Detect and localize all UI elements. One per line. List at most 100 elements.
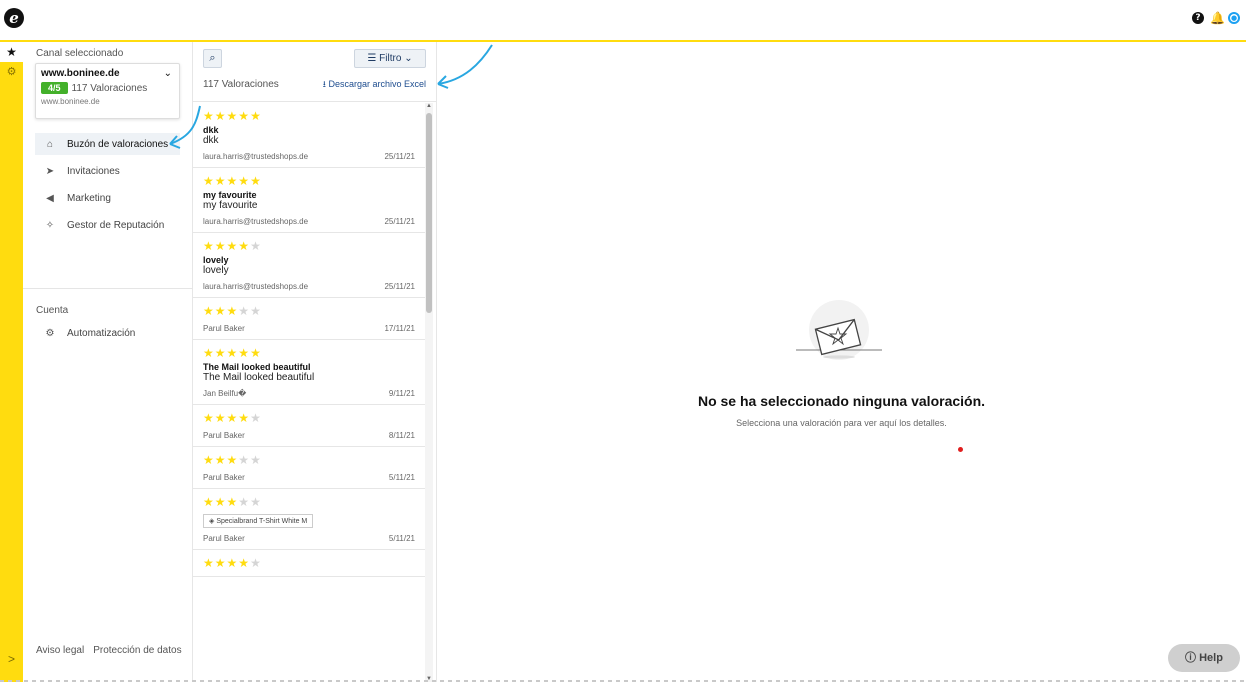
download-icon: ⭳ (322, 79, 326, 89)
trustedshops-logo[interactable]: e (4, 8, 24, 28)
star-icon[interactable]: ★ (0, 42, 23, 62)
review-list-item[interactable]: ★★★★★ dkk dkk laura.harris@trustedshops.de 2… (193, 103, 425, 168)
review-stars: ★★★★★ (203, 496, 415, 509)
review-list-item[interactable]: ★★★★★ Parul Baker 8/11/21 (193, 405, 425, 447)
star-icon: ★ (203, 109, 215, 123)
sidebar-item-marketing[interactable]: ◀ Marketing (35, 187, 180, 209)
review-title: The Mail looked beautiful (203, 362, 311, 372)
scroll-up-icon[interactable]: ▲ (425, 103, 433, 109)
star-icon: ★ (250, 346, 262, 360)
star-icon: ★ (238, 346, 251, 360)
review-list-item[interactable]: ★★★★★ lovely lovely laura.harris@trustedsho… (193, 233, 425, 298)
empty-state-subtitle: Selecciona una valoración para ver aquí … (736, 418, 947, 428)
star-icon: ★ (226, 109, 239, 123)
sidebar-item-label: Automatización (67, 327, 136, 339)
star-icon: ★ (226, 411, 239, 425)
star-icon: ★ (214, 346, 227, 360)
review-meta: Jan Beilfu� 9/11/21 (203, 389, 415, 398)
review-date: 8/11/21 (388, 431, 415, 440)
star-icon: ★ (203, 346, 215, 360)
sidebar-item-label: Invitaciones (67, 165, 120, 177)
review-text: The Mail looked beautiful (203, 372, 315, 383)
review-stars: ★★★★★ (203, 110, 415, 123)
account-label: Cuenta (36, 305, 69, 316)
review-list-item[interactable]: ★★★★★ Parul Baker 5/11/21 (193, 447, 425, 489)
review-stars: ★★★★★ (203, 412, 415, 425)
star-icon: ★ (238, 556, 251, 570)
review-list-item[interactable]: ★★★★★ Parul Baker 17/11/21 (193, 298, 425, 340)
filter-button[interactable]: ☰ Filtro ⌄ (354, 49, 426, 68)
filter-icon: ☰ (367, 53, 377, 64)
envelope-illustration-icon (796, 300, 882, 360)
review-author: Parul Baker (203, 324, 245, 333)
sidebar-item-inbox[interactable]: ⌂ Buzón de valoraciones (35, 133, 180, 155)
review-list-item[interactable]: ★★★★★ ◈ Specialbrand T-Shirt White M Parul… (193, 489, 425, 550)
star-icon: ★ (250, 174, 262, 188)
review-stars: ★★★★★ (203, 175, 415, 188)
review-author: Parul Baker (203, 473, 245, 482)
star-icon: ★ (214, 556, 227, 570)
send-icon: ➤ (45, 165, 55, 177)
review-stars: ★★★★★ (203, 305, 415, 318)
review-list-item[interactable]: ★★★★★ (193, 550, 425, 577)
star-icon: ★ (203, 453, 215, 467)
channel-selector[interactable]: www.boninee.de ⌄ 4/5 117 Valoraciones ww… (35, 63, 180, 119)
sidebar-item-invitations[interactable]: ➤ Invitaciones (35, 160, 180, 182)
star-icon: ★ (203, 239, 215, 253)
star-icon: ★ (226, 239, 239, 253)
rating-count: 117 Valoraciones (71, 82, 148, 94)
score-badge: 4/5 (41, 82, 68, 94)
review-list-item[interactable]: ★★★★★ my favourite my favourite laura.harri… (193, 168, 425, 233)
star-icon: ★ (250, 239, 262, 253)
star-icon: ★ (238, 411, 251, 425)
empty-state-title: No se ha seleccionado ninguna valoración… (697, 393, 986, 409)
scroll-thumb[interactable] (426, 113, 432, 313)
review-author: laura.harris@trustedshops.de (203, 282, 309, 291)
star-icon: ★ (226, 556, 239, 570)
excel-download-link[interactable]: ⭳ Descargar archivo Excel (323, 77, 426, 93)
review-text: lovely (203, 265, 229, 276)
reviews-scrollbar[interactable]: ▲ ▼ (425, 103, 433, 682)
review-meta: Parul Baker 17/11/21 (203, 324, 415, 333)
review-title: lovely (203, 255, 229, 265)
expand-rail-icon[interactable]: > (0, 652, 23, 666)
review-list-item[interactable]: ★★★★★ The Mail looked beautiful The Mail l… (193, 340, 425, 405)
tag-icon: ◈ (209, 518, 215, 525)
review-detail-pane: No se ha seleccionado ninguna valoración… (437, 44, 1246, 682)
top-bar: e ? 🔔 ● (0, 0, 1246, 42)
search-button[interactable]: ⌕ (203, 49, 222, 68)
star-icon: ★ (214, 411, 227, 425)
review-meta: laura.harris@trustedshops.de 25/11/21 (203, 217, 415, 226)
star-icon: ★ (250, 495, 262, 509)
chevron-down-icon: ⌄ (404, 53, 413, 64)
review-author: laura.harris@trustedshops.de (203, 152, 309, 161)
help-button[interactable]: ⓘ Help (1168, 644, 1240, 672)
sidebar-item-label: Buzón de valoraciones (67, 138, 169, 150)
star-icon: ★ (203, 495, 215, 509)
review-text: my favourite (203, 200, 258, 211)
review-meta: laura.harris@trustedshops.de 25/11/21 (203, 282, 415, 291)
review-stars: ★★★★★ (203, 557, 415, 570)
privacy-link[interactable]: Protección de datos (93, 645, 181, 656)
star-icon: ★ (238, 304, 251, 318)
star-icon: ★ (250, 453, 262, 467)
help-icon[interactable]: ? (1192, 12, 1204, 24)
review-date: 5/11/21 (388, 473, 415, 482)
star-icon: ★ (226, 174, 239, 188)
review-stars: ★★★★★ (203, 347, 415, 360)
inbox-icon: ⌂ (46, 138, 54, 150)
sidebar: Canal seleccionado www.boninee.de ⌄ 4/5 … (23, 42, 193, 682)
review-meta: Parul Baker 5/11/21 (203, 473, 415, 482)
legal-link[interactable]: Aviso legal (36, 645, 84, 656)
channel-rating: 4/5 117 Valoraciones (41, 82, 174, 94)
sidebar-item-reputation[interactable]: ✧ Gestor de Reputación (35, 214, 180, 236)
bell-icon[interactable]: 🔔 (1210, 12, 1225, 24)
reviews-list: ★★★★★ dkk dkk laura.harris@trustedshops.de 2… (193, 103, 425, 577)
user-icon[interactable]: ● (1228, 12, 1240, 24)
cursor-dot (958, 447, 963, 452)
star-icon: ★ (203, 411, 215, 425)
sidebar-item-label: Gestor de Reputación (67, 219, 165, 231)
sidebar-item-automation[interactable]: ⚙ Automatización (35, 322, 181, 344)
gear-icon[interactable]: ⚙ (0, 62, 23, 82)
top-icons: ? 🔔 ● (1192, 12, 1240, 24)
